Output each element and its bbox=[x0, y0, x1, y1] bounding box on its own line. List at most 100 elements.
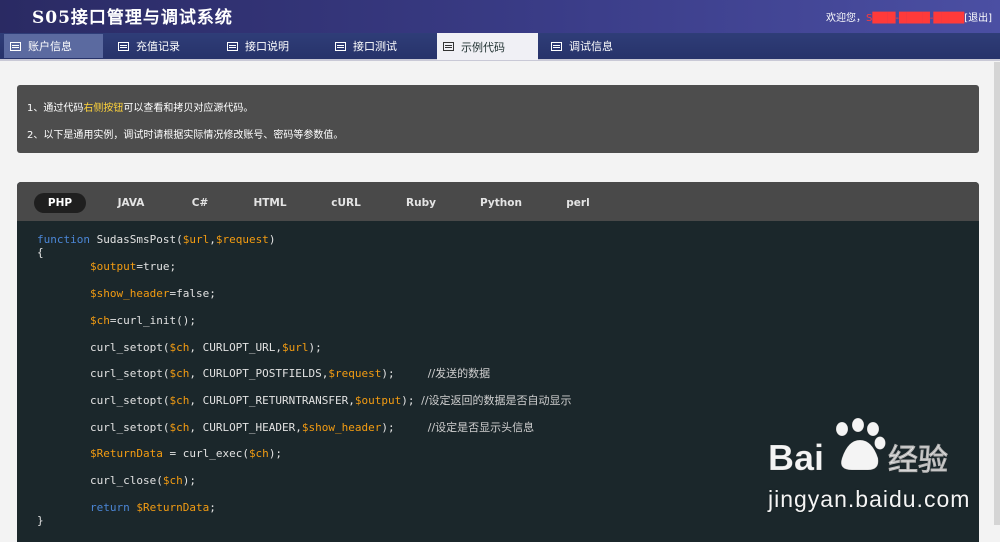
baidu-watermark: Bai 经验 jingyan.baidu.com bbox=[768, 417, 978, 513]
notice-text: 1、通过代码 bbox=[27, 103, 84, 114]
tab-api-test[interactable]: 接口测试 bbox=[335, 34, 397, 58]
code-variable: $ch bbox=[169, 341, 190, 354]
code-variable: $ch bbox=[169, 421, 190, 434]
tab-recharge-records[interactable]: 充值记录 bbox=[118, 34, 180, 58]
code-line: curl_setopt($ch, CURLOPT_POSTFIELDS,$req… bbox=[37, 367, 490, 381]
tab-label: 充值记录 bbox=[136, 40, 180, 53]
list-icon bbox=[335, 41, 346, 51]
notice-text: 可以查看和拷贝对应源代码。 bbox=[123, 103, 254, 114]
notice-box: 1、通过代码右侧按钮可以查看和拷贝对应源代码。 2、以下是通用实例，调试时请根据… bbox=[17, 85, 979, 153]
code-comment: //设定返回的数据是否自动显示 bbox=[421, 394, 572, 407]
code-token: { bbox=[37, 246, 44, 259]
code-token: , CURLOPT_HEADER, bbox=[189, 421, 302, 434]
lang-tab-curl[interactable]: cURL bbox=[320, 193, 372, 213]
code-line: return $ReturnData; bbox=[37, 501, 216, 515]
tab-label: 接口说明 bbox=[245, 40, 289, 53]
list-icon bbox=[443, 42, 454, 51]
scrollbar-track[interactable] bbox=[994, 62, 1000, 525]
code-variable: $ReturnData bbox=[89, 447, 163, 460]
code-line: $ch=curl_init(); bbox=[37, 314, 196, 328]
code-variable: $request bbox=[215, 233, 269, 246]
code-token: ); bbox=[182, 474, 196, 487]
code-comment: //设定是否显示头信息 bbox=[427, 421, 535, 434]
code-variable: $ch bbox=[89, 314, 110, 327]
lang-tab-php[interactable]: PHP bbox=[34, 193, 86, 213]
code-line: curl_setopt($ch, CURLOPT_HEADER,$show_he… bbox=[37, 421, 534, 435]
code-token: , bbox=[209, 233, 216, 246]
tab-api-docs[interactable]: 接口说明 bbox=[227, 34, 289, 58]
code-token: curl_setopt( bbox=[37, 367, 170, 380]
tab-label: 账户信息 bbox=[28, 40, 72, 53]
lang-tab-perl[interactable]: perl bbox=[552, 193, 604, 213]
notice-line-2: 2、以下是通用实例，调试时请根据实际情况修改账号、密码等参数值。 bbox=[27, 130, 344, 141]
code-token: ); bbox=[401, 394, 422, 407]
code-token: , CURLOPT_POSTFIELDS, bbox=[189, 367, 329, 380]
tab-label: 接口测试 bbox=[353, 40, 397, 53]
user-area: 欢迎您，S███-████-████[退出] bbox=[826, 9, 992, 24]
tab-sample-code[interactable]: 示例代码 bbox=[437, 33, 538, 60]
code-line: $show_header=false; bbox=[37, 287, 216, 301]
app-title: S05接口管理与调试系统 bbox=[32, 8, 233, 28]
code-line: curl_setopt($ch, CURLOPT_URL,$url); bbox=[37, 341, 322, 355]
notice-line-1: 1、通过代码右侧按钮可以查看和拷贝对应源代码。 bbox=[27, 99, 253, 114]
list-icon bbox=[551, 41, 562, 51]
code-token: , CURLOPT_RETURNTRANSFER, bbox=[189, 394, 355, 407]
code-token: curl_setopt( bbox=[37, 421, 170, 434]
logout-link[interactable]: [退出] bbox=[964, 13, 992, 24]
code-token: curl_setopt( bbox=[37, 394, 170, 407]
list-icon bbox=[227, 41, 238, 51]
code-keyword: function bbox=[37, 233, 90, 246]
code-token: =curl_init(); bbox=[109, 314, 196, 327]
tab-label: 调试信息 bbox=[569, 40, 613, 53]
code-token: , CURLOPT_URL, bbox=[189, 341, 283, 354]
lang-tab-python[interactable]: Python bbox=[475, 193, 527, 213]
code-token: =false; bbox=[169, 287, 216, 300]
code-token: } bbox=[37, 514, 44, 527]
code-line: function SudasSmsPost($url,$request) bbox=[37, 233, 275, 247]
code-keyword: return bbox=[89, 501, 130, 514]
code-line: $ReturnData = curl_exec($ch); bbox=[37, 447, 282, 461]
lang-tab-ruby[interactable]: Ruby bbox=[395, 193, 447, 213]
code-token: ; bbox=[209, 501, 216, 514]
main-nav: 账户信息 充值记录 接口说明 接口测试 示例代码 调试信息 bbox=[0, 33, 1000, 61]
baidu-paw-logo: Bai 经验 bbox=[768, 417, 948, 478]
code-variable: $ch bbox=[248, 447, 269, 460]
list-icon bbox=[10, 41, 21, 51]
code-token: =true; bbox=[136, 260, 177, 273]
watermark-brand: Bai bbox=[768, 437, 824, 478]
lang-tab-java[interactable]: JAVA bbox=[105, 193, 157, 213]
code-variable: $output bbox=[89, 260, 137, 273]
code-line: curl_setopt($ch, CURLOPT_RETURNTRANSFER,… bbox=[37, 394, 572, 408]
code-variable: $output bbox=[354, 394, 402, 407]
code-variable: $show_header bbox=[301, 421, 382, 434]
code-token: SudasSmsPost( bbox=[89, 233, 183, 246]
code-token: = curl_exec( bbox=[162, 447, 249, 460]
code-line: { bbox=[37, 246, 44, 260]
code-token: ); bbox=[381, 421, 428, 434]
username: S███-████-████ bbox=[866, 13, 965, 24]
tab-debug-info[interactable]: 调试信息 bbox=[551, 34, 613, 58]
code-token: ); bbox=[381, 367, 428, 380]
code-token: ); bbox=[308, 341, 322, 354]
code-variable: $url bbox=[182, 233, 210, 246]
code-token: curl_setopt( bbox=[37, 341, 170, 354]
tab-label: 示例代码 bbox=[461, 40, 505, 54]
code-variable: $url bbox=[282, 341, 309, 354]
code-line: curl_close($ch); bbox=[37, 474, 196, 488]
top-header: S05接口管理与调试系统 欢迎您，S███-████-████[退出] bbox=[0, 0, 1000, 33]
code-token: ); bbox=[268, 447, 283, 460]
code-variable: $ch bbox=[162, 474, 183, 487]
code-line: $output=true; bbox=[37, 260, 176, 274]
watermark-brand-cn: 经验 bbox=[888, 443, 948, 478]
language-tabs: PHP JAVA C# HTML cURL Ruby Python perl bbox=[17, 182, 979, 221]
lang-tab-html[interactable]: HTML bbox=[244, 193, 296, 213]
lang-tab-csharp[interactable]: C# bbox=[174, 193, 226, 213]
code-variable: $ReturnData bbox=[136, 501, 210, 514]
watermark-url: jingyan.baidu.com bbox=[768, 486, 971, 512]
tab-account-info[interactable]: 账户信息 bbox=[4, 34, 103, 58]
